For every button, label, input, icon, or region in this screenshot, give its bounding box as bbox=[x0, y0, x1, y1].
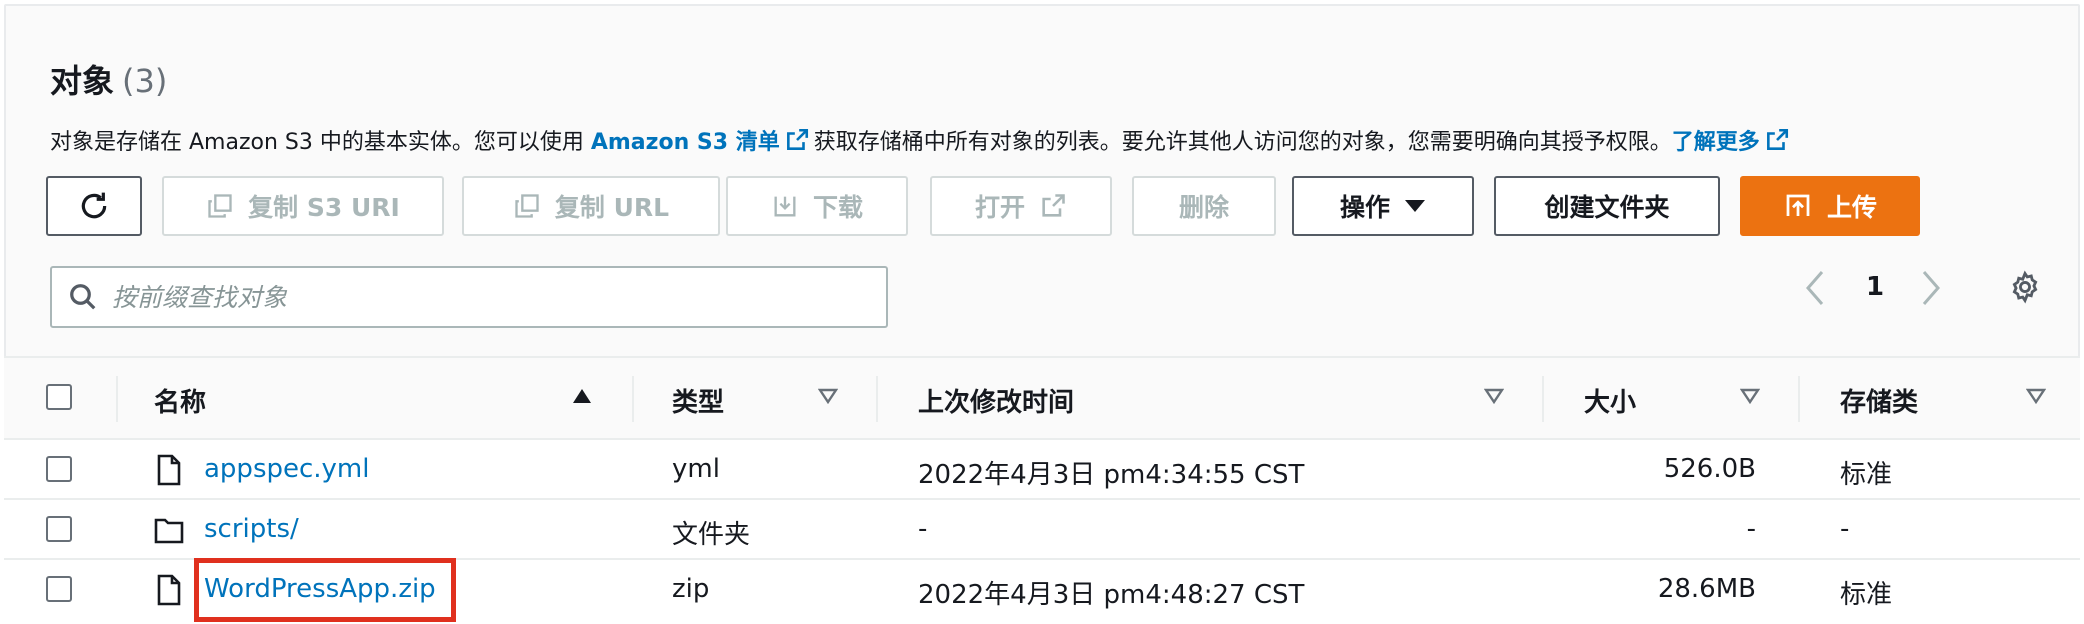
copy-icon bbox=[208, 194, 232, 218]
column-divider bbox=[1798, 376, 1800, 422]
object-type: zip bbox=[672, 574, 710, 604]
sort-icon[interactable] bbox=[1740, 388, 1760, 404]
object-last-modified: 2022年4月3日 pm4:48:27 CST bbox=[918, 580, 1305, 610]
column-header-storage-class[interactable]: 存储类 bbox=[1840, 382, 1918, 419]
upload-button[interactable]: 上传 bbox=[1740, 176, 1920, 236]
learn-more-link[interactable]: 了解更多 bbox=[1672, 130, 1760, 155]
search-icon bbox=[70, 284, 96, 310]
object-size: 28.6MB bbox=[1657, 574, 1756, 604]
copy-url-label: 复制 URL bbox=[554, 193, 670, 222]
table-header: 名称 类型 上次修改时间 大小 存储类 bbox=[4, 358, 2080, 440]
object-storage-class: 标准 bbox=[1840, 580, 1893, 610]
actions-dropdown[interactable]: 操作 bbox=[1292, 176, 1474, 236]
object-storage-class: - bbox=[1840, 514, 1850, 544]
object-size: - bbox=[1746, 514, 1756, 544]
open-label: 打开 bbox=[974, 193, 1025, 222]
copy-icon bbox=[515, 194, 539, 218]
file-icon bbox=[157, 454, 181, 486]
table-row[interactable]: appspec.yml yml 2022年4月3日 pm4:34:55 CST … bbox=[4, 440, 2080, 500]
column-header-size[interactable]: 大小 bbox=[1584, 382, 1636, 419]
column-header-name[interactable]: 名称 bbox=[154, 382, 206, 419]
description-text-1: 对象是存储在 Amazon S3 中的基本实体。您可以使用 bbox=[50, 130, 591, 155]
caret-down-icon bbox=[1405, 200, 1425, 212]
upload-label: 上传 bbox=[1826, 193, 1877, 222]
refresh-button[interactable] bbox=[46, 176, 142, 236]
row-checkbox[interactable] bbox=[46, 516, 72, 542]
object-storage-class: 标准 bbox=[1840, 460, 1893, 490]
sort-icon[interactable] bbox=[1484, 388, 1504, 404]
object-name-link[interactable]: appspec.yml bbox=[204, 454, 369, 484]
page-number[interactable]: 1 bbox=[1866, 272, 1884, 302]
table-row[interactable]: scripts/ 文件夹 - - - bbox=[4, 500, 2080, 560]
object-size: 526.0B bbox=[1663, 454, 1756, 484]
upload-icon bbox=[1786, 194, 1810, 216]
inventory-link[interactable]: Amazon S3 清单 bbox=[591, 130, 780, 155]
description-text-2: 获取存储桶中所有对象的列表。要允许其他人访问您的对象，您需要明确向其授予权限。 bbox=[813, 130, 1672, 155]
objects-count: (3) bbox=[122, 62, 168, 100]
objects-description: 对象是存储在 Amazon S3 中的基本实体。您可以使用 Amazon S3 … bbox=[50, 124, 1794, 156]
settings-gear-icon[interactable] bbox=[2008, 270, 2042, 304]
create-folder-button[interactable]: 创建文件夹 bbox=[1494, 176, 1720, 236]
column-header-type[interactable]: 类型 bbox=[672, 382, 724, 419]
object-last-modified: 2022年4月3日 pm4:34:55 CST bbox=[918, 460, 1305, 490]
delete-button[interactable]: 删除 bbox=[1132, 176, 1276, 236]
column-header-last-modified[interactable]: 上次修改时间 bbox=[918, 382, 1074, 419]
row-checkbox[interactable] bbox=[46, 456, 72, 482]
next-page-icon[interactable] bbox=[1918, 268, 1944, 308]
download-label: 下载 bbox=[812, 193, 863, 222]
download-button[interactable]: 下载 bbox=[726, 176, 908, 236]
object-last-modified: - bbox=[918, 514, 928, 544]
object-name-link[interactable]: scripts/ bbox=[204, 514, 299, 544]
external-link-icon bbox=[1766, 128, 1788, 150]
refresh-icon bbox=[81, 192, 107, 219]
external-link-icon bbox=[1042, 194, 1065, 217]
page-title: 对象 (3) bbox=[50, 56, 167, 102]
sort-icon[interactable] bbox=[2026, 388, 2046, 404]
folder-icon bbox=[154, 518, 184, 544]
sort-icon[interactable] bbox=[818, 388, 838, 404]
actions-label: 操作 bbox=[1339, 193, 1390, 222]
object-type: 文件夹 bbox=[672, 520, 751, 550]
highlight-box bbox=[194, 558, 456, 622]
sort-ascending-icon[interactable] bbox=[572, 388, 592, 404]
external-link-icon bbox=[786, 128, 808, 150]
search-box[interactable] bbox=[50, 266, 888, 328]
column-divider bbox=[1542, 376, 1544, 422]
download-icon bbox=[774, 196, 796, 217]
previous-page-icon[interactable] bbox=[1802, 268, 1828, 308]
column-divider bbox=[116, 376, 118, 422]
copy-s3-uri-label: 复制 S3 URI bbox=[248, 193, 400, 222]
column-divider bbox=[632, 376, 634, 422]
search-input[interactable] bbox=[112, 282, 812, 312]
copy-url-button[interactable]: 复制 URL bbox=[462, 176, 720, 236]
row-checkbox[interactable] bbox=[46, 576, 72, 602]
create-folder-label: 创建文件夹 bbox=[1544, 193, 1670, 222]
objects-title: 对象 bbox=[50, 62, 115, 100]
file-icon bbox=[157, 574, 181, 606]
delete-label: 删除 bbox=[1178, 193, 1229, 222]
select-all-checkbox[interactable] bbox=[46, 384, 72, 410]
copy-s3-uri-button[interactable]: 复制 S3 URI bbox=[162, 176, 444, 236]
column-divider bbox=[876, 376, 878, 422]
open-button[interactable]: 打开 bbox=[930, 176, 1112, 236]
object-type: yml bbox=[672, 454, 720, 484]
